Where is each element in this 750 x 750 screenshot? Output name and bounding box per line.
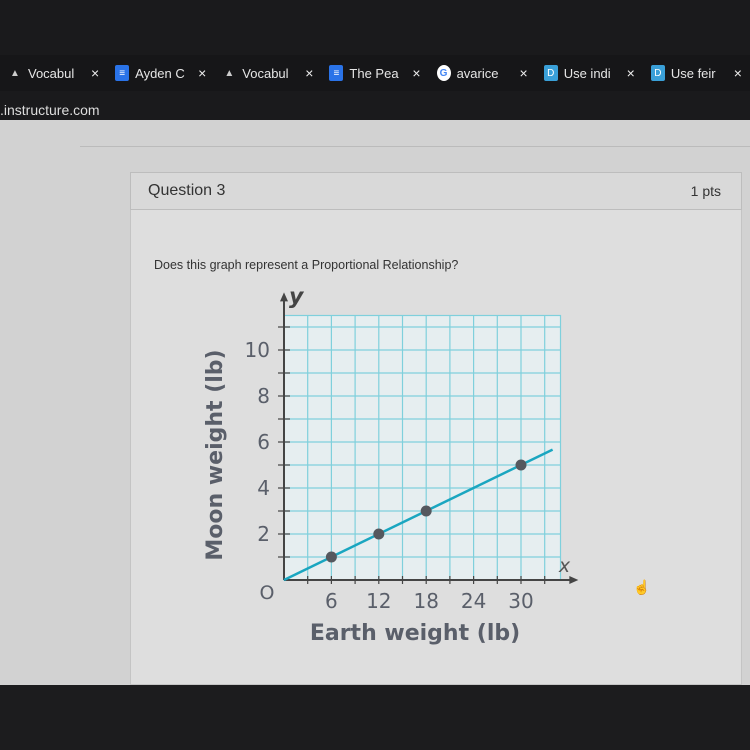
x-axis-letter: x xyxy=(558,555,571,577)
x-tick-label: 6 xyxy=(325,589,338,613)
y-axis-arrow-icon xyxy=(280,292,288,302)
x-tick-label: 24 xyxy=(461,589,486,613)
plot-area xyxy=(284,315,561,580)
hand-cursor-icon: ☝ xyxy=(633,579,651,595)
y-tick-label: 4 xyxy=(257,476,270,500)
x-axis-arrow-icon xyxy=(569,576,579,584)
data-point xyxy=(420,505,432,517)
data-point xyxy=(515,459,527,471)
y-tick-label: 8 xyxy=(257,384,270,408)
x-tick-label: 30 xyxy=(508,589,533,613)
x-axis-label: Earth weight (lb) xyxy=(310,621,520,646)
origin-label: O xyxy=(260,582,275,604)
proportional-graph: 6 12 18 24 30246810OxyEarth weight (lb)Moon … xyxy=(203,284,579,646)
y-tick-label: 6 xyxy=(257,430,270,454)
data-point xyxy=(373,528,385,540)
y-tick-label: 10 xyxy=(245,338,270,362)
y-tick-label: 2 xyxy=(257,522,270,546)
data-point xyxy=(325,551,337,563)
x-tick-label: 18 xyxy=(413,589,438,613)
x-tick-label: 12 xyxy=(366,589,391,613)
screen-bezel xyxy=(0,685,750,750)
y-axis-letter: y xyxy=(289,284,305,309)
y-axis-label: Moon weight (lb) xyxy=(203,349,228,560)
